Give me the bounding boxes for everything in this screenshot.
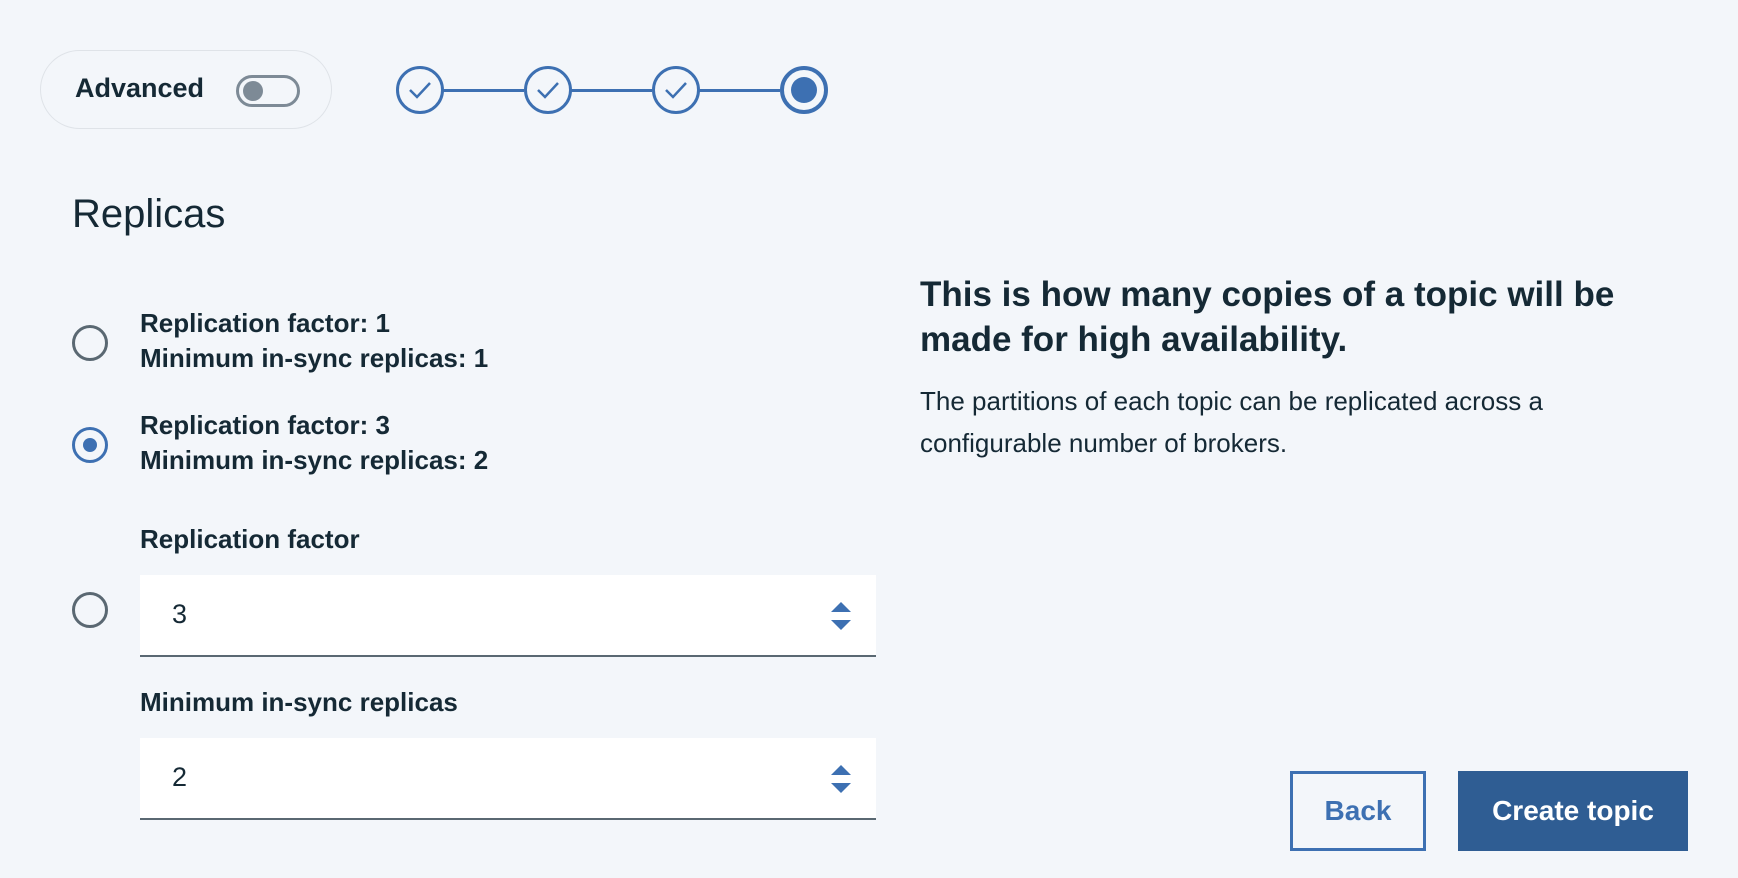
option-rf3-label[interactable]: Replication factor: 3 Minimum in-sync re…	[140, 408, 488, 478]
option-rf3-line2: Minimum in-sync replicas: 2	[140, 445, 489, 475]
radio-selected-dot	[83, 438, 97, 452]
option-rf3-line1: Replication factor: 3	[140, 410, 390, 440]
step-4-current[interactable]	[780, 66, 828, 114]
min-isr-label: Minimum in-sync replicas	[140, 687, 458, 717]
progress-stepper	[396, 66, 832, 116]
min-isr-stepper[interactable]	[830, 762, 852, 796]
option-rf1-line1: Replication factor: 1	[140, 308, 390, 338]
min-isr-input[interactable]: 2	[140, 738, 876, 820]
step-connector	[442, 89, 524, 92]
advanced-label: Advanced	[75, 73, 205, 103]
step-connector	[570, 89, 652, 92]
replication-factor-input[interactable]: 3	[140, 575, 876, 657]
radio-option-custom[interactable]	[72, 592, 108, 628]
replication-factor-label: Replication factor	[140, 524, 360, 554]
option-rf1-label[interactable]: Replication factor: 1 Minimum in-sync re…	[140, 306, 488, 376]
checkmark-icon	[665, 82, 687, 99]
checkmark-icon	[409, 82, 431, 99]
step-1-complete[interactable]	[396, 66, 444, 114]
advanced-toggle[interactable]	[236, 75, 300, 107]
option-rf1-line2: Minimum in-sync replicas: 1	[140, 343, 489, 373]
up-down-arrows-icon	[831, 602, 851, 630]
toggle-knob	[243, 81, 263, 101]
create-topic-page: Advanced Replicas Replication factor: 1 …	[0, 0, 1738, 878]
advanced-toggle-container: Advanced	[40, 50, 332, 129]
info-heading: This is how many copies of a topic will …	[920, 275, 1615, 359]
replication-factor-value: 3	[172, 599, 188, 629]
up-down-arrows-icon	[831, 765, 851, 793]
step-connector	[698, 89, 780, 92]
radio-option-rf1[interactable]	[72, 325, 108, 361]
radio-option-rf3[interactable]	[72, 427, 108, 463]
current-step-icon	[791, 77, 817, 103]
step-2-complete[interactable]	[524, 66, 572, 114]
back-button[interactable]: Back	[1290, 771, 1426, 851]
replication-factor-stepper[interactable]	[830, 599, 852, 633]
checkmark-icon	[537, 82, 559, 99]
min-isr-value: 2	[172, 762, 188, 792]
create-topic-button[interactable]: Create topic	[1458, 771, 1688, 851]
section-title: Replicas	[72, 192, 226, 236]
info-body: The partitions of each topic can be repl…	[920, 386, 1543, 458]
step-3-complete[interactable]	[652, 66, 700, 114]
